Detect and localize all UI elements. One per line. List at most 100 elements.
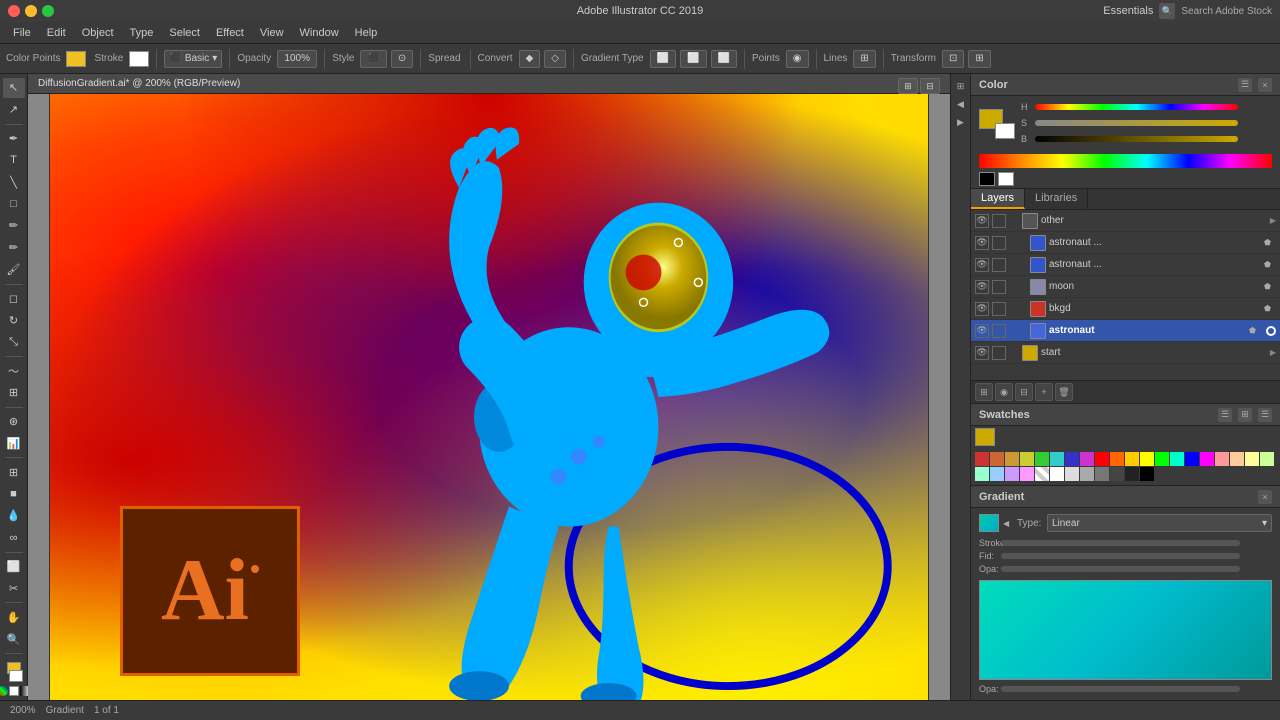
swatch-cell[interactable] [975,467,989,481]
swatches-view-grid-btn[interactable]: ⊞ [1238,408,1252,422]
menu-window[interactable]: Window [293,25,346,41]
search-button[interactable]: 🔍 [1159,3,1175,19]
menu-type[interactable]: Type [123,25,161,41]
swatch-cell[interactable] [1095,467,1109,481]
lines-btn[interactable]: ⊞ [853,50,875,68]
s-slider[interactable] [1035,120,1238,126]
transform-btn2[interactable]: ⊞ [968,50,990,68]
toggle-panels-btn[interactable]: ⊞ [953,78,969,94]
gradient-btn1[interactable]: ⬜ [650,50,676,68]
tab-layers[interactable]: Layers [971,189,1025,209]
zoom-tool[interactable]: 🔍 [3,629,25,649]
layer-lock-toggle[interactable] [992,280,1006,294]
layer-item[interactable]: 👁 start ▶ [971,342,1280,364]
minimize-button[interactable] [25,5,37,17]
artboard-tool[interactable]: ⬜ [3,557,25,577]
style-btn2[interactable]: ⊙ [391,50,413,68]
eraser-tool[interactable]: ◻ [3,289,25,309]
layer-item[interactable]: 👁 astronaut ... ⬟ [971,254,1280,276]
swatch-cell[interactable] [1170,452,1184,466]
none-mode-btn[interactable] [9,686,19,696]
delete-layer-btn[interactable]: 🗑 [1055,383,1073,401]
white-swatch[interactable] [998,172,1014,186]
style-dropdown[interactable]: ⬛ Basic ▾ [164,50,222,68]
gradient-panel-close[interactable]: × [1258,490,1272,504]
swatch-cell[interactable] [1215,452,1229,466]
eyedropper-tool[interactable]: 💧 [3,506,25,526]
gradient-btn3[interactable]: ⬜ [711,50,737,68]
gradient-type-dropdown[interactable]: Linear ▾ [1047,514,1272,532]
tab-libraries[interactable]: Libraries [1025,189,1088,209]
points-btn[interactable]: ◉ [786,50,809,68]
fill-swatch[interactable] [66,51,86,67]
swatch-cell[interactable] [1185,452,1199,466]
expand-btn[interactable]: ▶ [953,114,969,130]
swatch-cell[interactable] [1065,452,1079,466]
collapse-btn[interactable]: ◀ [953,96,969,112]
hand-tool[interactable]: ✋ [3,607,25,627]
symbol-tool[interactable]: ⊛ [3,412,25,432]
swatches-menu-btn[interactable]: ☰ [1258,408,1272,422]
swatch-cell[interactable] [1020,452,1034,466]
stroke-indicator[interactable] [9,670,23,682]
free-transform-tool[interactable]: ⊞ [3,383,25,403]
swatch-cell[interactable] [1155,452,1169,466]
view-mode-btn[interactable]: ⊟ [920,78,940,94]
warp-tool[interactable]: 〜 [3,361,25,381]
primary-swatch[interactable] [975,428,995,446]
swatch-cell[interactable] [1065,467,1079,481]
paintbrush-tool[interactable]: ✏ [3,216,25,236]
menu-select[interactable]: Select [162,25,207,41]
line-tool[interactable]: ╲ [3,172,25,192]
arrange-mode-btn[interactable]: ⊞ [898,78,918,94]
swatch-cell[interactable] [1140,452,1154,466]
scale-tool[interactable]: ⤡ [3,332,25,352]
layer-item[interactable]: 👁 astronaut ... ⬟ [971,232,1280,254]
layer-visibility-toggle[interactable]: 👁 [975,280,989,294]
color-mode-btn[interactable] [0,686,8,696]
pencil-tool[interactable]: ✏ [3,238,25,258]
convert-btn2[interactable]: ◇ [544,50,566,68]
menu-effect[interactable]: Effect [209,25,251,41]
swatches-view-list-btn[interactable]: ☰ [1218,408,1232,422]
swatch-cell[interactable] [990,467,1004,481]
layer-lock-toggle[interactable] [992,214,1006,228]
layer-visibility-toggle[interactable]: 👁 [975,346,989,360]
swatch-cell[interactable] [1110,467,1124,481]
color-stroke-box[interactable] [995,123,1015,139]
swatch-cell[interactable] [1245,452,1259,466]
layer-item[interactable]: 👁 bkgd ⬟ [971,298,1280,320]
convert-btn1[interactable]: ◆ [519,50,541,68]
clip-mask-btn[interactable]: ⊟ [1015,383,1033,401]
layer-visibility-toggle[interactable]: 👁 [975,302,989,316]
swatch-cell[interactable] [1110,452,1124,466]
gradient-fid-slider[interactable] [1001,553,1240,559]
menu-edit[interactable]: Edit [40,25,73,41]
layer-visibility-toggle[interactable]: 👁 [975,214,989,228]
swatch-cell[interactable] [1080,467,1094,481]
canvas-content[interactable]: Ai [28,94,950,700]
layer-lock-toggle[interactable] [992,258,1006,272]
layer-visibility-toggle[interactable]: 👁 [975,258,989,272]
gradient-swatch-preview[interactable] [979,514,999,532]
layer-expand-arrow[interactable]: ▶ [1270,216,1276,225]
column-graph-tool[interactable]: 📊 [3,434,25,454]
swatch-cell[interactable] [1095,452,1109,466]
menu-object[interactable]: Object [75,25,121,41]
layer-item[interactable]: 👁 other ▶ [971,210,1280,232]
swatch-cell[interactable] [1230,452,1244,466]
shape-tool[interactable]: □ [3,194,25,214]
swatch-cell[interactable] [1140,467,1154,481]
layer-expand-arrow[interactable]: ▶ [1270,348,1276,357]
layer-item-active[interactable]: 👁 astronaut ⬟ [971,320,1280,342]
layer-lock-toggle[interactable] [992,346,1006,360]
direct-selection-tool[interactable]: ↗ [3,100,25,120]
swatch-cell[interactable] [1080,452,1094,466]
menu-view[interactable]: View [253,25,291,41]
menu-help[interactable]: Help [348,25,385,41]
swatch-cell[interactable] [1020,467,1034,481]
swatch-cell[interactable] [1050,452,1064,466]
make-sublayer-btn[interactable]: ⊞ [975,383,993,401]
black-swatch[interactable] [979,172,995,186]
gradient-preview-large[interactable] [979,580,1272,680]
